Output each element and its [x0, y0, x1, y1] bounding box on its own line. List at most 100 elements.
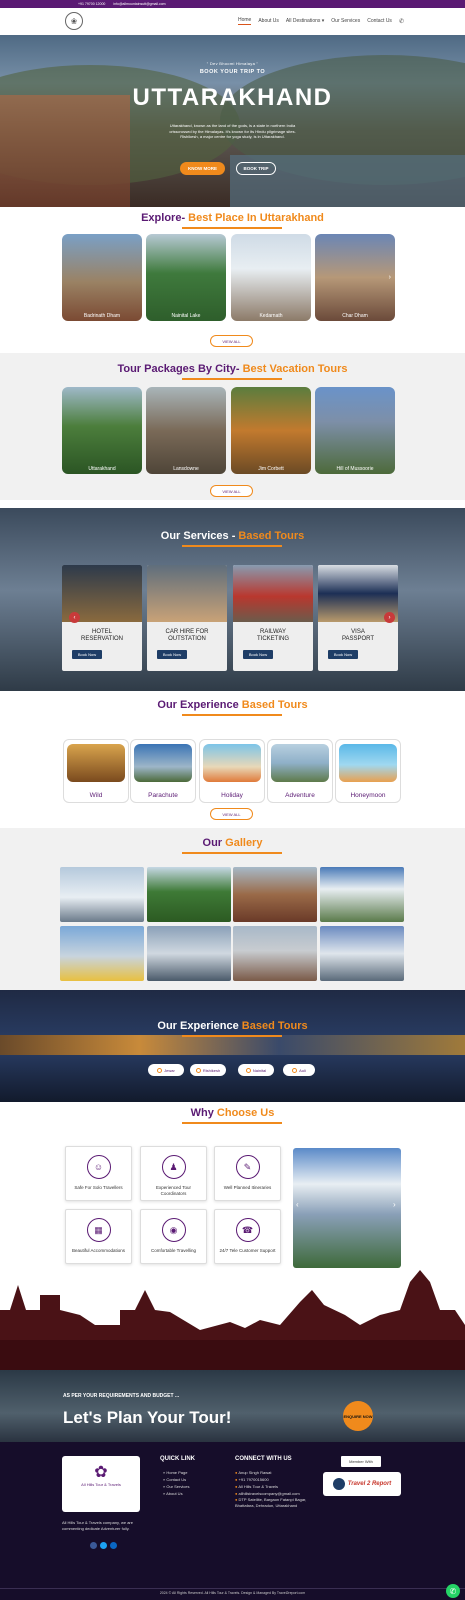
gallery-image[interactable] — [320, 867, 404, 922]
city-card[interactable]: Jim Corbett — [231, 387, 311, 474]
filter-pill[interactable]: Jewar — [148, 1064, 184, 1076]
nav-contact[interactable]: Contact Us — [367, 18, 392, 24]
service-image — [147, 565, 227, 622]
heading-underline — [182, 1035, 282, 1037]
facebook-icon[interactable] — [90, 1542, 97, 1549]
filter-pill[interactable]: Auli — [283, 1064, 315, 1076]
experience-image — [67, 744, 125, 782]
packages-heading: Tour Packages By City- Best Vacation Tou… — [117, 363, 348, 375]
partner-logo[interactable]: Travel 2 Report — [323, 1472, 401, 1496]
footer-about: All Hills Tour & Travels company, we are… — [62, 1520, 133, 1531]
gallery-image[interactable] — [320, 926, 404, 981]
pin-icon — [245, 1067, 251, 1073]
enquire-now-button[interactable]: ENQUIRE NOW — [343, 1401, 373, 1431]
book-now-button[interactable]: Book Now — [72, 650, 102, 659]
gallery-heading: Our Gallery — [202, 837, 263, 849]
nav-about[interactable]: About Us — [258, 18, 279, 24]
feature-card: ▦ Beautiful Accommodations — [65, 1209, 132, 1264]
quick-link[interactable]: » About Us — [163, 1490, 189, 1497]
heading-underline — [182, 1122, 282, 1124]
social-icons — [90, 1542, 117, 1549]
gallery-image[interactable] — [147, 867, 231, 922]
know-more-button[interactable]: KNOW MORE — [180, 162, 225, 175]
nav-home[interactable]: Home — [238, 17, 252, 25]
experience-card[interactable]: Adventure — [267, 739, 333, 803]
phone-icon[interactable]: ✆ — [399, 18, 404, 25]
explore-heading: Explore- Best Place In Uttarakhand — [141, 212, 324, 224]
hero-subtitle: BOOK YOUR TRIP TO — [199, 69, 266, 75]
hero-description: Uttarakhand, known as the land of the go… — [169, 123, 296, 139]
phone-text[interactable]: +91 79700 12000 — [78, 2, 105, 6]
view-all-button[interactable]: VIEW ALL — [210, 808, 253, 820]
gallery-image[interactable] — [233, 926, 317, 981]
footer-logo[interactable]: ✿ All Hills Tour & Travels — [62, 1456, 140, 1512]
filter-pill[interactable]: Rishikesh — [190, 1064, 226, 1076]
quick-link-list: » Home Page » Contact Us » Our Services … — [163, 1469, 189, 1497]
plan-kicker: AS PER YOUR REQUIREMENTS AND BUDGET ... — [63, 1393, 180, 1399]
city-card[interactable]: Hill of Mussoorie — [315, 387, 395, 474]
pin-icon — [195, 1067, 201, 1073]
quick-link[interactable]: » Home Page — [163, 1469, 189, 1476]
place-card[interactable]: Char Dham › — [315, 234, 395, 321]
why-carousel-image — [293, 1148, 401, 1268]
experience-image — [271, 744, 329, 782]
chevron-right-icon[interactable]: › — [384, 612, 395, 623]
place-card[interactable]: Kedarnath — [231, 234, 311, 321]
heading-underline — [182, 227, 282, 229]
city-card[interactable]: Lansdowne — [146, 387, 226, 474]
heading-underline — [182, 378, 282, 380]
nav-menu: Home About Us All Destinations ▾ Our Ser… — [238, 17, 404, 25]
book-now-button[interactable]: Book Now — [157, 650, 187, 659]
why-heading: Why Choose Us — [190, 1107, 275, 1119]
nav-destinations[interactable]: All Destinations ▾ — [286, 18, 324, 24]
experience-image — [339, 744, 397, 782]
chevron-right-icon[interactable]: › — [389, 274, 391, 281]
top-contact-bar: +91 79700 12000 info@allmountainsutt@gma… — [0, 0, 465, 8]
gallery-image[interactable] — [60, 867, 144, 922]
filter-pill[interactable]: Nainital — [238, 1064, 274, 1076]
footer-divider — [0, 1588, 465, 1589]
lotus-icon: ✿ — [94, 1464, 108, 1481]
contact-email[interactable]: ● allhillstravelscompany@gmail.com — [235, 1490, 315, 1497]
view-all-button[interactable]: VIEW ALL — [210, 335, 253, 347]
site-logo[interactable]: ❀ — [65, 12, 83, 30]
quick-link[interactable]: » Our Services — [163, 1483, 189, 1490]
city-card[interactable]: Uttarakhand — [62, 387, 142, 474]
book-trip-button[interactable]: BOOK TRIP — [236, 162, 276, 175]
card-caption: Uttarakhand — [88, 466, 116, 472]
experience-card[interactable]: Parachute — [130, 739, 196, 803]
feature-card: ☺ Safe For Solo Travellers — [65, 1146, 132, 1201]
service-card[interactable]: RAILWAY TICKETING Book Now — [233, 565, 313, 671]
gallery-image[interactable] — [233, 867, 317, 922]
contact-phone[interactable]: ● +91 7970015600 — [235, 1476, 315, 1483]
card-caption: Kedarnath — [259, 313, 283, 319]
view-all-button[interactable]: VIEW ALL — [210, 485, 253, 497]
experience-card[interactable]: Honeymoon — [335, 739, 401, 803]
card-caption: Jim Corbett — [258, 466, 284, 472]
experience-image — [134, 744, 192, 782]
book-now-button[interactable]: Book Now — [328, 650, 358, 659]
pin-icon — [157, 1067, 163, 1073]
coordinator-icon: ♟ — [161, 1155, 186, 1179]
whatsapp-icon[interactable]: ✆ — [446, 1584, 460, 1598]
partner-badge-icon — [332, 1478, 345, 1490]
book-now-button[interactable]: Book Now — [243, 650, 273, 659]
experience-card[interactable]: Wild — [63, 739, 129, 803]
experience-card[interactable]: Holiday — [199, 739, 265, 803]
quick-link[interactable]: » Contact Us — [163, 1476, 189, 1483]
place-card[interactable]: Nainital Lake — [146, 234, 226, 321]
service-card[interactable]: CAR HIRE FOR OUTSTATION Book Now — [147, 565, 227, 671]
gallery-image[interactable] — [147, 926, 231, 981]
linkedin-icon[interactable] — [110, 1542, 117, 1549]
chevron-right-icon[interactable]: › — [393, 1200, 396, 1209]
nav-services[interactable]: Our Services — [331, 18, 360, 24]
chevron-left-icon[interactable]: ‹ — [296, 1200, 299, 1209]
card-caption: Hill of Mussoorie — [336, 466, 374, 472]
twitter-icon[interactable] — [100, 1542, 107, 1549]
chevron-left-icon[interactable]: ‹ — [69, 612, 80, 623]
place-card[interactable]: Badrinath Dham — [62, 234, 142, 321]
gallery-image[interactable] — [60, 926, 144, 981]
email-text[interactable]: info@allmountainsutt@gmail.com — [113, 2, 165, 6]
plan-title: Let's Plan Your Tour! — [63, 1408, 232, 1427]
heading-underline — [182, 545, 282, 547]
